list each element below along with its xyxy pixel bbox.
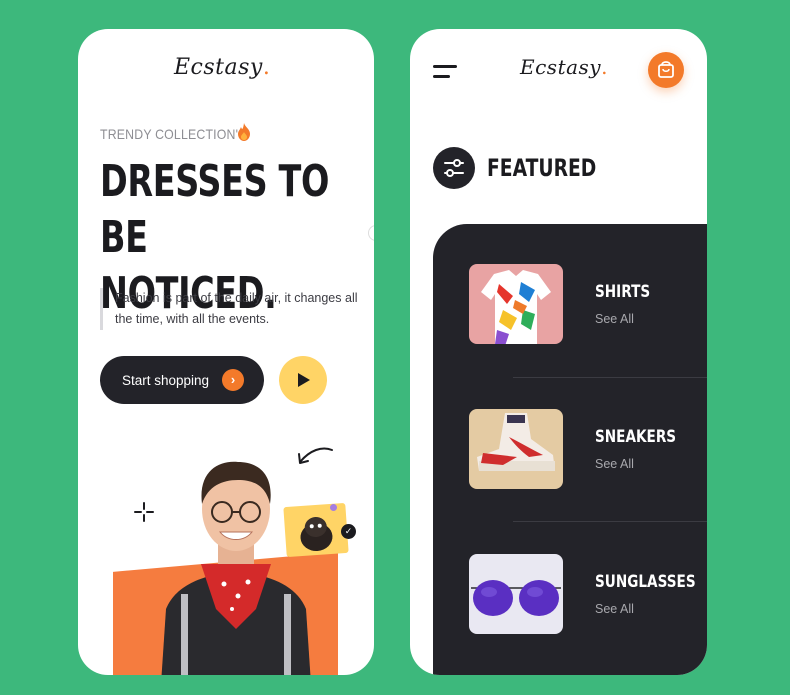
logo-dot: .: [601, 55, 608, 79]
carousel-indicator: [368, 225, 374, 241]
category-item-sneakers[interactable]: SNEAKERS See All: [469, 409, 707, 509]
flame-icon: [238, 123, 250, 141]
tagline: TRENDY COLLECTION'S: [100, 126, 247, 142]
sneaker-image: [477, 413, 555, 471]
sliders-icon: [444, 159, 464, 177]
category-name: SHIRTS: [595, 282, 651, 302]
start-shopping-button[interactable]: Start shopping ›: [100, 356, 264, 404]
pug-photo: [300, 517, 333, 551]
category-item-sunglasses[interactable]: SUNGLASSES See All: [469, 554, 707, 654]
shopping-bag-icon: [658, 61, 674, 78]
see-all-link[interactable]: See All: [595, 457, 634, 471]
see-all-link[interactable]: See All: [595, 602, 634, 616]
home-screen: Ecstasy. TRENDY COLLECTION'S DRESSES TO …: [78, 29, 374, 675]
description: Fashion is part of the daily air, it cha…: [100, 288, 365, 330]
logo-dot: .: [262, 55, 271, 80]
sunglasses-thumbnail: [469, 554, 563, 634]
headline-line-1: DRESSES TO BE: [100, 156, 330, 263]
decorative-dot: [330, 504, 337, 511]
section-title: FEATURED: [487, 154, 597, 182]
shirts-thumbnail: [469, 264, 563, 344]
category-name: SUNGLASSES: [595, 572, 696, 592]
category-name: SNEAKERS: [595, 427, 677, 447]
filter-button[interactable]: [433, 147, 475, 189]
category-item-shirts[interactable]: SHIRTS See All: [469, 264, 707, 364]
start-shopping-label: Start shopping: [122, 372, 210, 388]
check-icon: ✓: [341, 524, 356, 539]
shopping-bag-button[interactable]: [648, 52, 684, 88]
chevron-right-icon: ›: [222, 369, 244, 391]
logo-text: Ecstasy: [174, 55, 263, 80]
pet-photo-card: [283, 502, 349, 558]
play-icon: [298, 373, 310, 387]
sunglasses-image: [471, 580, 561, 616]
see-all-link[interactable]: See All: [595, 312, 634, 326]
divider: [513, 521, 707, 522]
brand-logo[interactable]: Ecstasy.: [520, 55, 608, 79]
sneakers-thumbnail: [469, 409, 563, 489]
play-video-button[interactable]: [279, 356, 327, 404]
shirt-image: [481, 270, 551, 344]
logo-text: Ecstasy: [520, 55, 602, 79]
category-list: SHIRTS See All SNEAKERS See All SUNGLASS…: [433, 224, 707, 675]
featured-screen: Ecstasy. FEATURED SHIRTS See All SNEAKER…: [410, 29, 707, 675]
divider: [513, 377, 707, 378]
brand-logo[interactable]: Ecstasy.: [174, 55, 270, 80]
hamburger-menu-icon[interactable]: [433, 65, 459, 79]
